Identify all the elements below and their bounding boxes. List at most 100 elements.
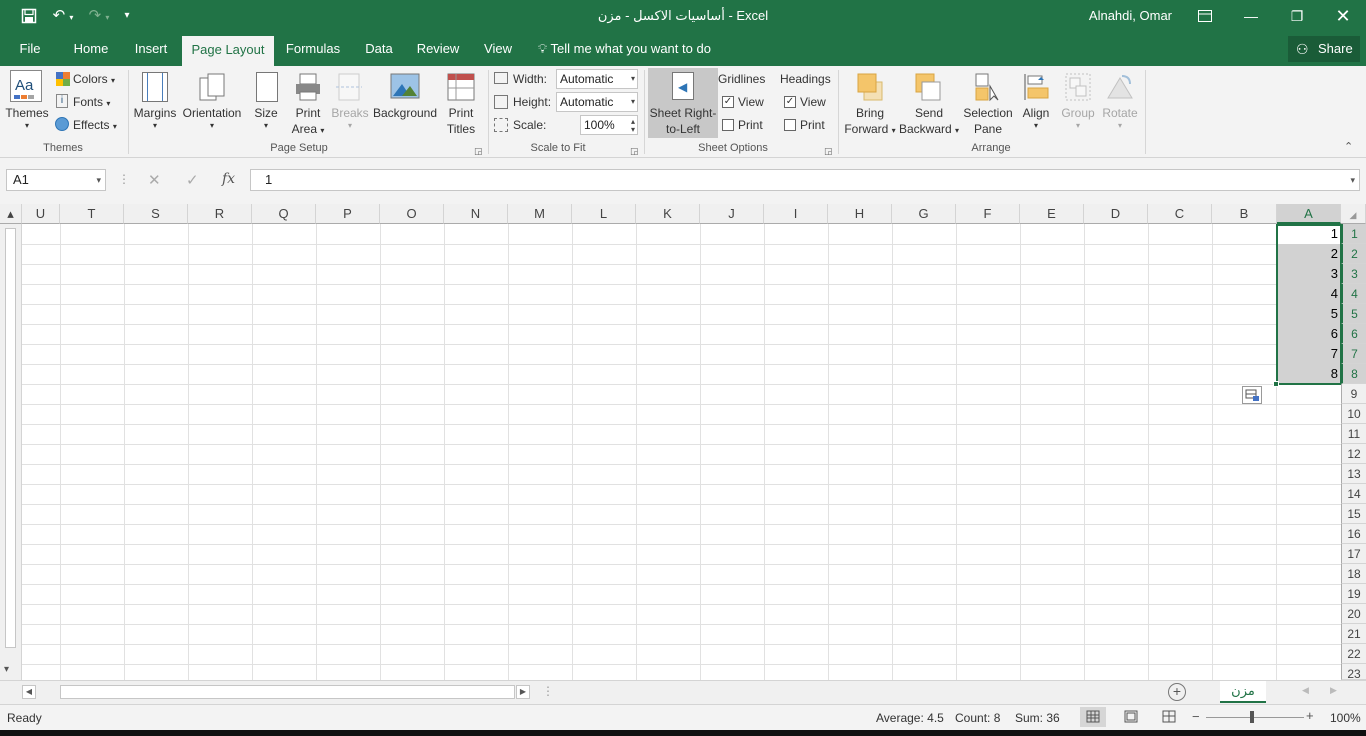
zoom-level[interactable]: 100% [1330,711,1361,725]
close-icon[interactable]: ✕ [1320,0,1366,32]
user-name[interactable]: Alnahdi, Omar [1089,0,1172,32]
column-header[interactable]: H [828,204,892,224]
row-header-selected[interactable]: 7 [1341,344,1366,364]
tab-view[interactable]: View [476,32,520,66]
cell-a5[interactable]: 5 [1277,304,1341,324]
new-sheet-icon[interactable]: + [1168,683,1186,701]
vertical-scroll-thumb[interactable] [5,228,16,648]
cell-a6[interactable]: 6 [1277,324,1341,344]
row-header[interactable]: 21 [1341,624,1366,644]
share-button[interactable]: ⚇ Share [1288,36,1360,62]
zoom-slider-thumb[interactable] [1250,711,1254,723]
row-header[interactable]: 22 [1341,644,1366,664]
tab-split-handle-icon[interactable]: ⋮ [542,684,554,698]
colors-button[interactable]: Colors ▾ [73,72,115,86]
column-header[interactable]: R [188,204,252,224]
row-header[interactable]: 12 [1341,444,1366,464]
sheet-tab[interactable]: مزن [1220,681,1266,703]
headings-view-checkbox[interactable]: ✓ [784,96,796,108]
column-header[interactable]: G [892,204,956,224]
orientation-button[interactable]: Orientation [180,106,244,120]
zoom-slider[interactable] [1206,717,1304,718]
tell-me-search[interactable]: 💡︎ Tell me what you want to do [538,32,718,66]
selection-pane-button[interactable]: Selection [958,106,1018,120]
row-header[interactable]: 11 [1341,424,1366,444]
insert-function-icon[interactable]: fx [222,171,235,187]
row-header-selected[interactable]: 1 [1341,224,1366,244]
status-sum[interactable]: Sum: 36 [1015,711,1060,725]
background-button[interactable]: Background [372,106,438,120]
bring-forward-button[interactable]: Bring [840,106,900,120]
sheet-nav-left-icon[interactable]: ◀ [1302,685,1309,696]
column-header[interactable]: J [700,204,764,224]
vertical-scroll-up-icon[interactable]: ▴ [0,204,22,224]
column-header[interactable]: Q [252,204,316,224]
expand-formula-bar-icon[interactable]: ▾ [1350,170,1355,190]
status-average[interactable]: Average: 4.5 [876,711,944,725]
scroll-left-icon[interactable]: ◀ [22,685,36,699]
column-header[interactable]: O [380,204,444,224]
sheet-right-to-left-button[interactable]: ◀ Sheet Right- to-Left [648,68,718,138]
cell-a4[interactable]: 4 [1277,284,1341,304]
quick-analysis-icon[interactable] [1242,386,1262,404]
align-button[interactable]: Align [1016,106,1056,120]
column-header[interactable]: N [444,204,508,224]
scale-to-fit-launcher-icon[interactable]: ◲ [630,146,639,157]
column-header[interactable]: U [22,204,60,224]
scale-spinner[interactable]: 100% ▴ ▾ [580,115,638,135]
themes-icon[interactable]: Aa [10,70,42,102]
row-header[interactable]: 15 [1341,504,1366,524]
tab-file[interactable]: File [10,32,50,66]
restore-icon[interactable]: ❐ [1274,0,1320,32]
tab-insert[interactable]: Insert [128,32,174,66]
row-header[interactable]: 20 [1341,604,1366,624]
cancel-icon[interactable]: ✕ [148,171,161,189]
cell-a7[interactable]: 7 [1277,344,1341,364]
page-setup-launcher-icon[interactable]: ◲ [474,146,483,157]
column-header[interactable]: I [764,204,828,224]
row-header[interactable]: 16 [1341,524,1366,544]
column-header[interactable]: S [124,204,188,224]
row-header[interactable]: 9 [1341,384,1366,404]
worksheet-grid[interactable]: ▴ U T S R Q P O N M L K J I H G F E D C … [0,204,1366,680]
row-header[interactable]: 19 [1341,584,1366,604]
select-all-corner[interactable]: ◢ [1341,204,1366,224]
formula-input[interactable]: 1 ▾ [250,169,1360,191]
row-header[interactable]: 17 [1341,544,1366,564]
height-select[interactable]: Automatic ▾ [556,92,638,112]
tab-data[interactable]: Data [358,32,400,66]
print-area-button[interactable]: Print [288,106,328,120]
page-break-preview-icon[interactable] [1156,707,1182,727]
column-header[interactable]: D [1084,204,1148,224]
chevron-down-icon[interactable]: ▾ [96,170,101,190]
tab-review[interactable]: Review [412,32,464,66]
column-header[interactable]: K [636,204,700,224]
tab-page-layout[interactable]: Page Layout [182,36,274,66]
ribbon-display-options-icon[interactable] [1182,0,1228,32]
collapse-ribbon-icon[interactable]: ⌃ [1344,140,1353,153]
cell-a2[interactable]: 2 [1277,244,1341,264]
zoom-out-icon[interactable]: − [1192,709,1200,724]
column-header[interactable]: L [572,204,636,224]
row-header[interactable]: 14 [1341,484,1366,504]
row-header-selected[interactable]: 8 [1341,364,1366,384]
row-header-selected[interactable]: 2 [1341,244,1366,264]
themes-button[interactable]: Themes [4,106,50,120]
column-header-selected[interactable]: A [1277,204,1341,224]
print-titles-button[interactable]: Print [441,106,481,120]
group-button[interactable]: Group [1058,106,1098,120]
effects-button[interactable]: Effects ▾ [73,118,117,132]
row-header-selected[interactable]: 4 [1341,284,1366,304]
column-header[interactable]: E [1020,204,1084,224]
vertical-scroll-down-icon[interactable]: ▾ [4,664,9,675]
status-count[interactable]: Count: 8 [955,711,1000,725]
size-button[interactable]: Size [250,106,282,120]
row-header[interactable]: 10 [1341,404,1366,424]
gridlines-print-checkbox[interactable] [722,119,734,131]
vertical-scrollbar[interactable]: ▾ [0,224,22,680]
name-box[interactable]: A1 ▾ [6,169,106,191]
page-layout-view-icon[interactable] [1118,707,1144,727]
tab-formulas[interactable]: Formulas [282,32,344,66]
normal-view-icon[interactable] [1080,707,1106,727]
width-select[interactable]: Automatic ▾ [556,69,638,89]
